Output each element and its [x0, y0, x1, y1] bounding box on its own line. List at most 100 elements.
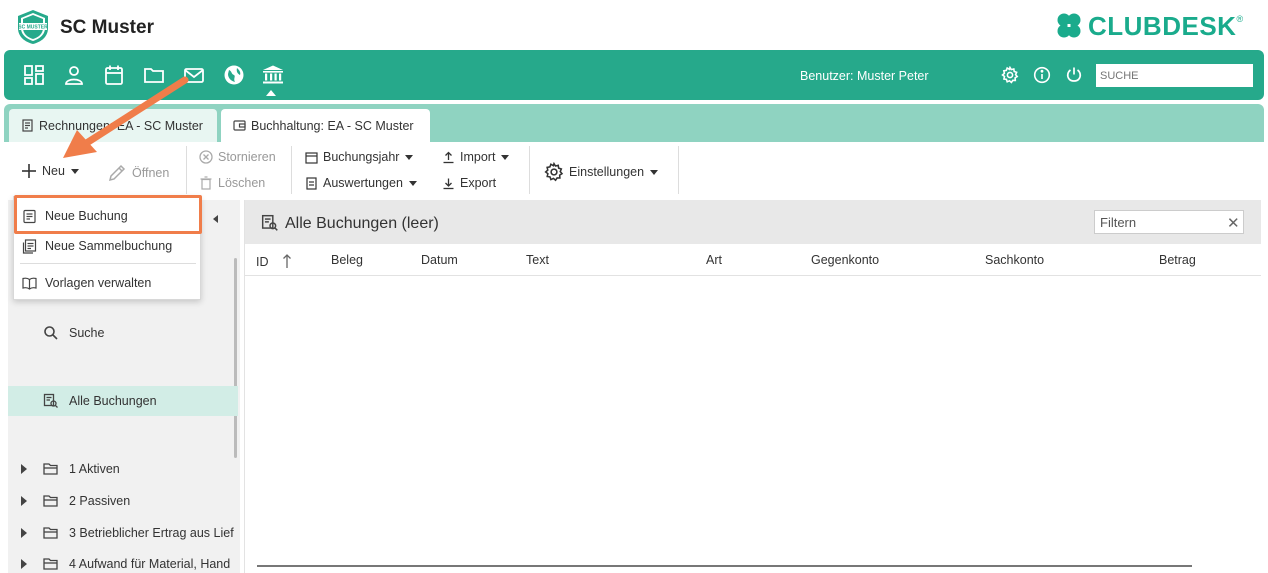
expand-arrow-icon[interactable]: [21, 496, 27, 506]
chevron-down-icon: [501, 154, 510, 160]
folder-icon[interactable]: [143, 64, 165, 86]
column-header-beleg[interactable]: Beleg: [331, 253, 363, 267]
calendar-icon[interactable]: [103, 64, 125, 86]
folder-item-label: 1 Aktiven: [69, 462, 120, 476]
cancel-booking-label: Stornieren: [218, 150, 276, 164]
open-button[interactable]: Öffnen: [107, 163, 169, 183]
new-button[interactable]: Neu: [21, 163, 79, 179]
toolbar-divider: [186, 146, 187, 194]
new-button-label: Neu: [42, 164, 65, 178]
delete-button[interactable]: Löschen: [199, 176, 265, 190]
cancel-circle-icon: [199, 150, 213, 164]
info-icon[interactable]: [1033, 66, 1051, 84]
column-header-gegenkonto[interactable]: Gegenkonto: [811, 253, 879, 267]
booking-year-label: Buchungsjahr: [323, 150, 400, 164]
expand-arrow-icon[interactable]: [21, 528, 27, 538]
toolbar-divider: [529, 146, 530, 194]
column-header-art[interactable]: Art: [706, 253, 722, 267]
import-label: Import: [460, 150, 496, 164]
gear-icon[interactable]: [1001, 65, 1019, 84]
invoice-icon: [22, 119, 33, 132]
wallet-icon: [233, 120, 246, 131]
folder-item-label: 4 Aufwand für Material, Hand: [69, 557, 231, 571]
clubdesk-logo[interactable]: CLUBDESK ®: [1054, 10, 1243, 42]
menu-item-label: Vorlagen verwalten: [45, 276, 152, 290]
booking-year-dropdown[interactable]: Buchungsjahr: [305, 150, 414, 164]
export-label: Export: [460, 176, 497, 190]
all-bookings-item[interactable]: Alle Buchungen: [8, 386, 238, 416]
toolbar-divider: [678, 146, 679, 194]
menu-item-manage-templates[interactable]: Vorlagen verwalten: [14, 269, 200, 297]
panel-scrollbar[interactable]: [234, 258, 237, 458]
column-header-label: ID: [256, 255, 269, 269]
toolbar-divider: [291, 146, 292, 194]
column-header-id[interactable]: ID: [256, 253, 292, 269]
horizontal-scrollbar[interactable]: [257, 565, 1192, 567]
documents-icon: [22, 239, 37, 254]
page-title: Alle Buchungen (leer): [285, 215, 439, 232]
plus-icon: [22, 164, 36, 178]
tab-strip: Rechnungen: EA - SC Muster Buchhaltung: …: [4, 104, 1264, 142]
folder-item[interactable]: 2 Passiven: [8, 486, 238, 516]
chevron-down-icon: [405, 154, 414, 160]
annotation-highlight-box: [14, 195, 202, 234]
column-header-betrag[interactable]: Betrag: [1159, 253, 1196, 267]
search-item-label: Suche: [69, 326, 105, 340]
menu-item-label: Neue Sammelbuchung: [45, 239, 173, 253]
folder-item-label: 2 Passiven: [69, 494, 131, 508]
sort-up-icon: [283, 254, 291, 268]
list-search-icon: [261, 214, 278, 231]
bookings-table-panel: Alle Buchungen (leer) Filtern ✕ ID Beleg…: [244, 200, 1261, 573]
panel-header: Alle Buchungen (leer) Filtern ✕: [245, 200, 1261, 244]
upload-icon: [443, 151, 454, 163]
club-logo-text: SC MUSTER: [18, 25, 48, 31]
search-icon: [44, 326, 58, 340]
open-button-label: Öffnen: [132, 166, 170, 180]
club-logo: SC MUSTER: [18, 10, 48, 44]
delete-label: Löschen: [218, 176, 266, 190]
filter-input[interactable]: Filtern ✕: [1094, 210, 1244, 234]
global-search-input[interactable]: [1096, 64, 1253, 87]
clear-filter-icon[interactable]: ✕: [1227, 214, 1240, 232]
book-open-icon: [22, 277, 37, 290]
folder-open-icon: [43, 558, 58, 570]
column-header-datum[interactable]: Datum: [421, 253, 458, 267]
settings-dropdown[interactable]: Einstellungen: [544, 162, 659, 182]
folder-item[interactable]: 1 Aktiven: [8, 454, 238, 484]
column-header-text[interactable]: Text: [526, 253, 549, 267]
user-label: Benutzer: Muster Peter: [800, 69, 929, 83]
tab-buchhaltung[interactable]: Buchhaltung: EA - SC Muster: [221, 109, 430, 142]
tab-buchhaltung-label: Buchhaltung: EA - SC Muster: [251, 118, 414, 133]
person-icon[interactable]: [63, 64, 85, 86]
toolbar: Neu Öffnen Stornieren Löschen Buchungsja…: [0, 142, 1268, 200]
main-nav: Benutzer: Muster Peter: [4, 50, 1264, 100]
expand-arrow-icon[interactable]: [21, 464, 27, 474]
import-dropdown[interactable]: Import: [442, 150, 510, 164]
chevron-down-icon: [650, 169, 659, 175]
tab-rechnungen[interactable]: Rechnungen: EA - SC Muster: [9, 109, 217, 142]
tab-rechnungen-label: Rechnungen: EA - SC Muster: [39, 118, 203, 133]
mail-icon[interactable]: [183, 64, 205, 86]
bank-icon[interactable]: [262, 64, 284, 86]
folder-item[interactable]: 3 Betrieblicher Ertrag aus Lief: [8, 518, 238, 548]
column-header-sachkonto[interactable]: Sachkonto: [985, 253, 1044, 267]
export-button[interactable]: Export: [442, 176, 496, 190]
header-divider: [245, 275, 1261, 276]
power-icon[interactable]: [1065, 66, 1083, 84]
expand-arrow-icon[interactable]: [21, 559, 27, 569]
folder-open-icon: [43, 527, 58, 539]
reports-dropdown[interactable]: Auswertungen: [305, 176, 417, 190]
globe-icon[interactable]: [223, 64, 245, 86]
collapse-panel-icon[interactable]: [213, 215, 218, 223]
dashboard-icon[interactable]: [23, 64, 45, 86]
reports-label: Auswertungen: [323, 176, 403, 190]
folder-item-label: 3 Betrieblicher Ertrag aus Lief: [69, 526, 234, 540]
search-item[interactable]: Suche: [8, 318, 238, 348]
menu-item-new-collective-booking[interactable]: Neue Sammelbuchung: [14, 232, 200, 260]
cancel-booking-button[interactable]: Stornieren: [199, 150, 276, 164]
brand-registered: ®: [1236, 14, 1244, 24]
club-name: SC Muster: [60, 17, 154, 38]
list-search-icon: [43, 393, 58, 408]
pencil-icon: [108, 164, 126, 182]
folder-item[interactable]: 4 Aufwand für Material, Hand: [8, 549, 238, 573]
